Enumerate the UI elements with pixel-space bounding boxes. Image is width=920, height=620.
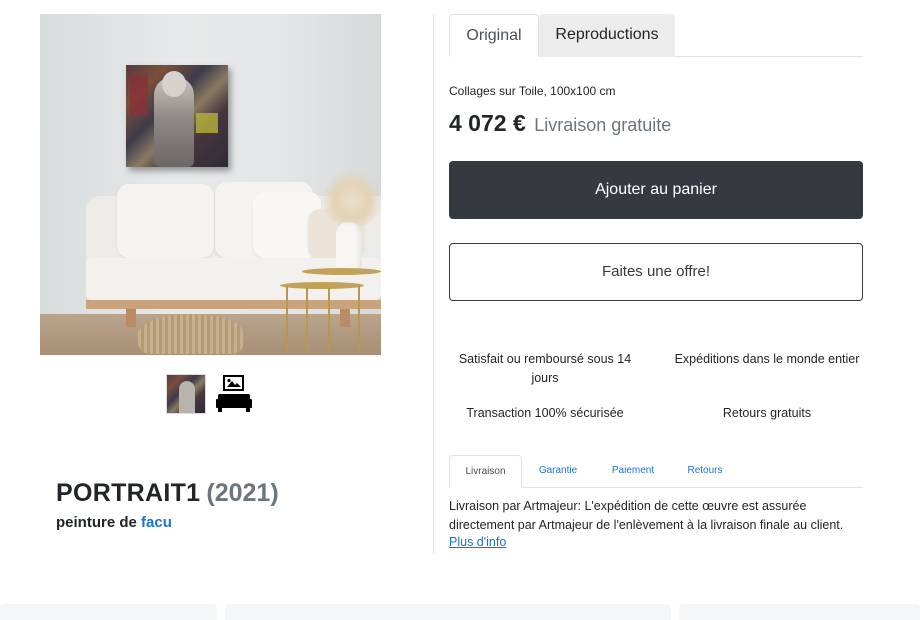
painting-collage-piece: [130, 75, 148, 115]
room-view-icon-graphic: [216, 375, 252, 412]
artwork-medium: Collages sur Toile, 100x100 cm: [449, 84, 616, 98]
artwork-year: (2021): [206, 479, 279, 507]
shipping-note: Livraison gratuite: [534, 115, 672, 135]
painting-thumbnail[interactable]: [166, 374, 206, 414]
sofa-leg: [126, 309, 136, 327]
tab-paiement[interactable]: Paiement: [605, 455, 661, 488]
room-view-icon[interactable]: [214, 374, 254, 414]
guarantee-worldwide-shipping: Expéditions dans le monde entier: [674, 352, 860, 366]
thumbnail-figure: [179, 381, 195, 413]
side-table-leg: [358, 284, 360, 352]
artwork-title: PORTRAIT1: [56, 479, 201, 507]
pampas-grass: [322, 168, 381, 228]
artist-link[interactable]: facu: [141, 514, 172, 531]
guarantee-secure-transaction: Transaction 100% sécurisée: [466, 406, 624, 420]
add-to-cart-button[interactable]: Ajouter au panier: [449, 161, 863, 219]
side-table-leg: [328, 288, 330, 352]
purchase-tabs: Original Reproductions: [449, 14, 863, 57]
bottom-card: [679, 604, 920, 620]
byline-prefix: peinture de: [56, 514, 137, 531]
tab-livraison[interactable]: Livraison: [449, 455, 522, 488]
bottom-card: [225, 604, 671, 620]
sofa-leg: [340, 309, 350, 327]
side-table-top: [280, 282, 364, 289]
column-divider: [433, 14, 434, 554]
side-table-leg: [306, 288, 308, 352]
wicker-pouf: [138, 314, 244, 354]
guarantee-refund: Satisfait ou remboursé sous 14 jours: [458, 352, 632, 385]
price-line: 4 072 € Livraison gratuite: [449, 110, 671, 137]
tab-reproductions[interactable]: Reproductions: [539, 14, 675, 57]
painting-figure-head: [162, 71, 186, 97]
bottom-card: [0, 604, 217, 620]
sofa-frame: [86, 300, 381, 309]
price: 4 072 €: [449, 110, 526, 136]
artwork-painting: [126, 65, 228, 167]
side-table-top: [302, 268, 381, 275]
main-artwork-image[interactable]: [40, 14, 381, 355]
info-tabs: Livraison Garantie Paiement Retours: [449, 455, 863, 488]
guarantee-free-returns: Retours gratuits: [722, 406, 812, 420]
artwork-byline: peinture de facu: [56, 514, 172, 531]
tab-garantie[interactable]: Garantie: [529, 455, 587, 488]
thumbnail-strip: [166, 374, 256, 414]
more-info-link[interactable]: Plus d'info: [449, 535, 506, 549]
delivery-info-text: Livraison par Artmajeur: L'expédition de…: [449, 499, 844, 532]
tab-original[interactable]: Original: [449, 14, 539, 57]
pillow: [117, 184, 214, 258]
artwork-title-block: PORTRAIT1 (2021): [56, 479, 279, 508]
side-table-leg: [286, 286, 288, 352]
make-offer-button[interactable]: Faites une offre!: [449, 243, 863, 301]
vase: [336, 222, 362, 274]
tab-retours[interactable]: Retours: [681, 455, 729, 488]
painting-collage-piece: [196, 113, 218, 133]
